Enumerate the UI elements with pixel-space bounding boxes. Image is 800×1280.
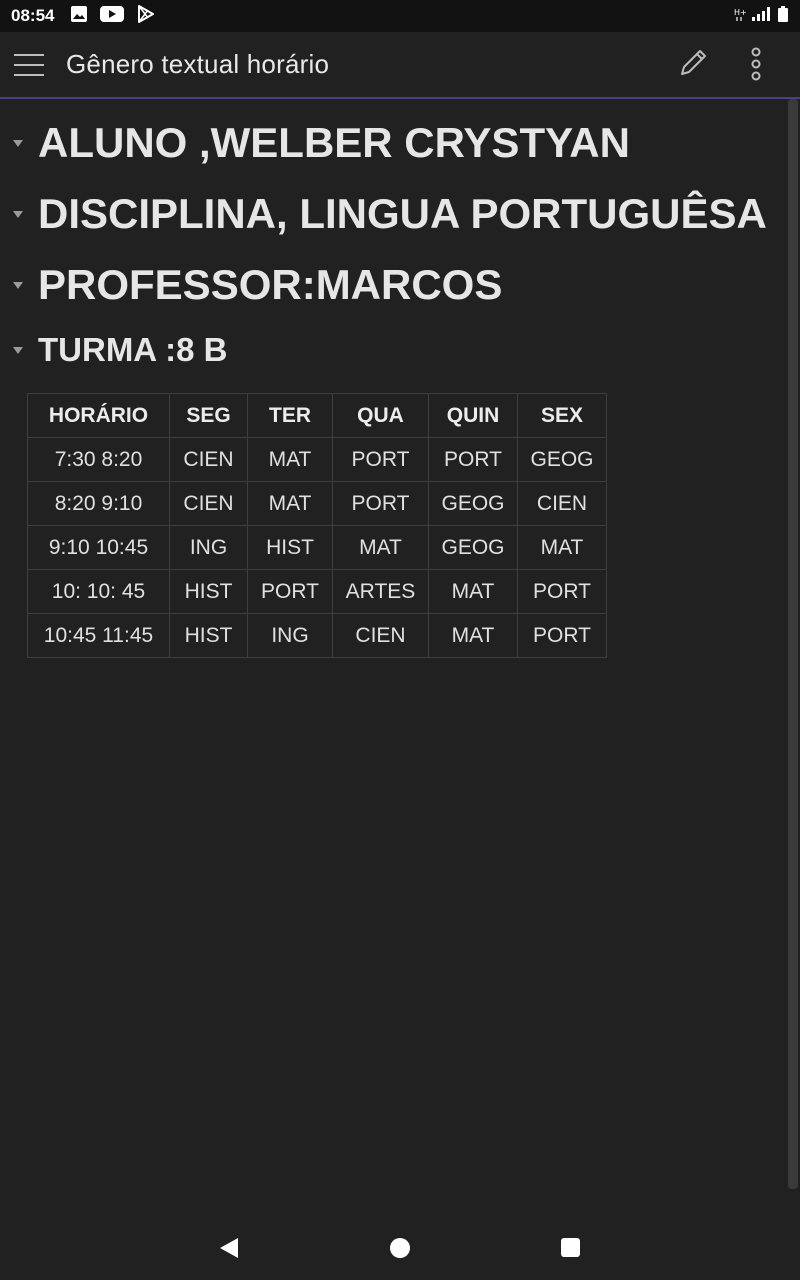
- more-vert-icon[interactable]: [742, 46, 770, 82]
- table-cell[interactable]: HIST: [247, 525, 333, 570]
- table-header-row: HORÁRIO SEG TER QUA QUIN SEX: [27, 393, 607, 438]
- home-icon[interactable]: [390, 1238, 410, 1258]
- table-header-cell[interactable]: TER: [247, 393, 333, 438]
- table-cell[interactable]: MAT: [247, 481, 333, 526]
- table-cell[interactable]: HIST: [169, 613, 248, 658]
- table-cell[interactable]: ING: [247, 613, 333, 658]
- status-bar: 08:54 H+: [0, 0, 800, 32]
- collapse-arrow-icon[interactable]: [13, 139, 23, 147]
- table-cell[interactable]: GEOG: [517, 437, 607, 482]
- table-header-cell[interactable]: QUA: [332, 393, 429, 438]
- table-cell[interactable]: PORT: [517, 569, 607, 614]
- heading-professor[interactable]: PROFESSOR:MARCOS: [0, 261, 502, 309]
- collapse-arrow-icon[interactable]: [13, 210, 23, 218]
- table-cell[interactable]: 8:20 9:10: [27, 481, 170, 526]
- table-cell[interactable]: 7:30 8:20: [27, 437, 170, 482]
- signal-icon: [752, 6, 772, 26]
- table-cell[interactable]: 10: 10: 45: [27, 569, 170, 614]
- table-cell[interactable]: GEOG: [428, 481, 518, 526]
- schedule-table: HORÁRIO SEG TER QUA QUIN SEX 7:30 8:20 C…: [27, 393, 607, 658]
- table-cell[interactable]: MAT: [428, 613, 518, 658]
- table-header-cell[interactable]: SEG: [169, 393, 248, 438]
- table-cell[interactable]: MAT: [332, 525, 429, 570]
- heading-text: DISCIPLINA, LINGUA PORTUGUÊSA: [38, 190, 767, 237]
- table-row: 9:10 10:45 ING HIST MAT GEOG MAT: [27, 525, 607, 570]
- image-icon: [70, 5, 88, 28]
- table-cell[interactable]: PORT: [428, 437, 518, 482]
- table-cell[interactable]: GEOG: [428, 525, 518, 570]
- heading-aluno[interactable]: ALUNO ,WELBER CRYSTYAN: [0, 119, 630, 167]
- system-icons: H+: [734, 5, 788, 27]
- table-cell[interactable]: CIEN: [169, 437, 248, 482]
- heading-turma[interactable]: TURMA :8 B: [0, 331, 227, 369]
- heading-text: PROFESSOR:MARCOS: [38, 261, 503, 308]
- menu-icon[interactable]: [14, 53, 44, 76]
- table-header-cell[interactable]: QUIN: [428, 393, 518, 438]
- table-cell[interactable]: MAT: [517, 525, 607, 570]
- table-row: 10: 10: 45 HIST PORT ARTES MAT PORT: [27, 569, 607, 614]
- table-cell[interactable]: ING: [169, 525, 248, 570]
- status-time: 08:54: [11, 6, 55, 25]
- table-row: 10:45 11:45 HIST ING CIEN MAT PORT: [27, 613, 607, 658]
- document-content: ALUNO ,WELBER CRYSTYAN DISCIPLINA, LINGU…: [0, 99, 786, 1209]
- back-icon[interactable]: [218, 1237, 240, 1264]
- table-header-cell[interactable]: SEX: [517, 393, 607, 438]
- recents-icon[interactable]: [561, 1238, 580, 1257]
- battery-icon: [778, 5, 788, 27]
- edit-pencil-icon[interactable]: [676, 46, 710, 80]
- table-cell[interactable]: MAT: [428, 569, 518, 614]
- table-cell[interactable]: 10:45 11:45: [27, 613, 170, 658]
- svg-text:H+: H+: [734, 8, 746, 17]
- table-cell[interactable]: CIEN: [517, 481, 607, 526]
- heading-text: ALUNO ,WELBER CRYSTYAN: [38, 119, 630, 166]
- heading-disciplina[interactable]: DISCIPLINA, LINGUA PORTUGUÊSA: [0, 190, 767, 238]
- table-cell[interactable]: CIEN: [169, 481, 248, 526]
- table-cell[interactable]: ARTES: [332, 569, 429, 614]
- heading-text: TURMA :8 B: [38, 331, 228, 368]
- table-row: 8:20 9:10 CIEN MAT PORT GEOG CIEN: [27, 481, 607, 526]
- table-cell[interactable]: HIST: [169, 569, 248, 614]
- h-plus-icon: H+: [734, 6, 747, 27]
- youtube-icon: [100, 5, 125, 28]
- play-store-icon: [136, 4, 156, 29]
- table-cell[interactable]: MAT: [247, 437, 333, 482]
- table-header-cell[interactable]: HORÁRIO: [27, 393, 170, 438]
- notification-icons: [70, 4, 156, 29]
- collapse-arrow-icon[interactable]: [13, 346, 23, 354]
- table-row: 7:30 8:20 CIEN MAT PORT PORT GEOG: [27, 437, 607, 482]
- collapse-arrow-icon[interactable]: [13, 281, 23, 289]
- table-cell[interactable]: PORT: [332, 437, 429, 482]
- table-cell[interactable]: PORT: [247, 569, 333, 614]
- table-cell[interactable]: PORT: [332, 481, 429, 526]
- table-cell[interactable]: PORT: [517, 613, 607, 658]
- scrollbar[interactable]: [788, 99, 798, 1189]
- app-bar: Gênero textual horário: [0, 32, 800, 99]
- navigation-bar: [0, 1216, 800, 1280]
- table-cell[interactable]: 9:10 10:45: [27, 525, 170, 570]
- page-title: Gênero textual horário: [66, 49, 330, 79]
- table-cell[interactable]: CIEN: [332, 613, 429, 658]
